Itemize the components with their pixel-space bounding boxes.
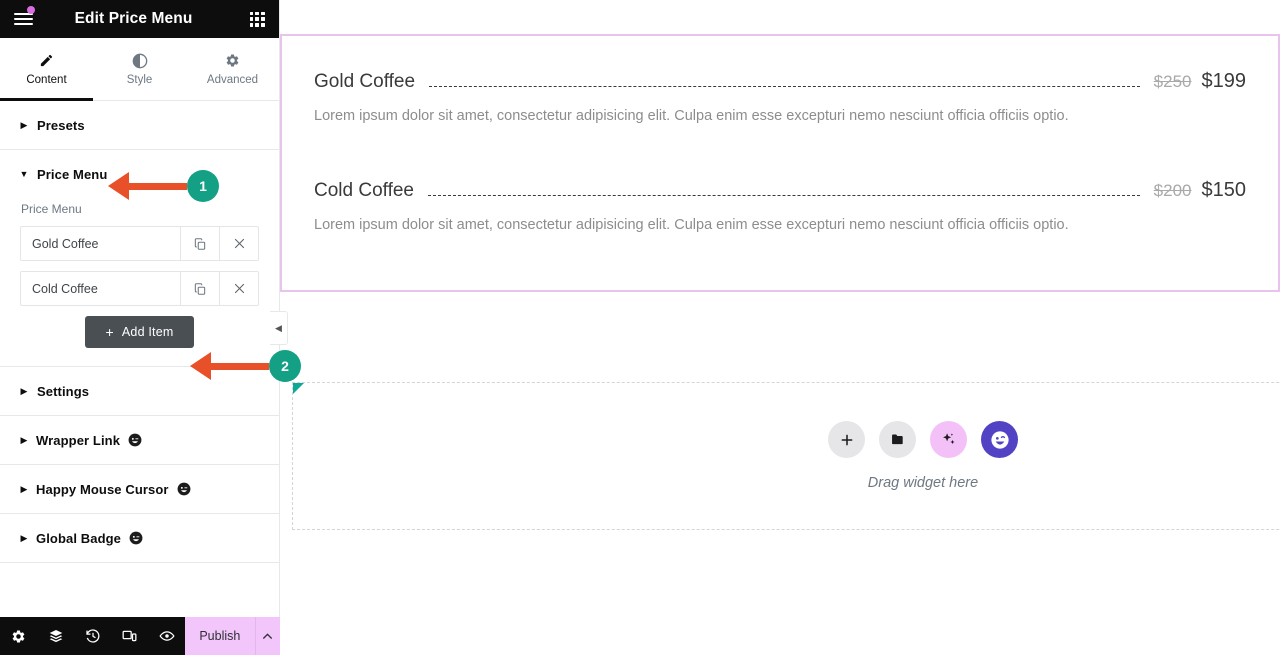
add-template-button[interactable] [879, 421, 916, 458]
section-settings-label: Settings [37, 383, 90, 399]
widgets-panel-button[interactable] [235, 0, 279, 38]
grid-3x3-icon [249, 11, 265, 27]
half-circle-contrast-icon [132, 52, 148, 69]
plus-icon: + [105, 324, 114, 340]
price-menu-field-label: Price Menu [21, 202, 82, 216]
add-element-button[interactable] [828, 421, 865, 458]
happy-addons-face-icon [128, 433, 142, 447]
repeater-item-title[interactable]: Cold Coffee [21, 272, 180, 305]
duplicate-item-button[interactable] [180, 272, 219, 305]
happy-addons-face-icon [177, 482, 191, 496]
section-happy-mouse-cursor-label: Happy Mouse Cursor [36, 481, 169, 497]
responsive-mode-button[interactable] [111, 617, 148, 655]
section-wrapper-link: ▶ Wrapper Link [0, 416, 279, 465]
dropzone-label: Drag widget here [867, 475, 979, 491]
section-settings-header[interactable]: ▶ Settings [0, 367, 279, 415]
price-item-price: $199 [1201, 70, 1247, 92]
chevron-right-icon: ▶ [20, 483, 28, 494]
navigator-button[interactable] [37, 617, 74, 655]
publish-options-button[interactable] [254, 617, 280, 655]
repeater-item-title[interactable]: Gold Coffee [21, 227, 180, 260]
publish-button[interactable]: Publish [185, 617, 255, 655]
price-list: Gold Coffee $250 $199 Lorem ipsum dolor … [282, 36, 1278, 236]
section-presets-label: Presets [37, 117, 85, 133]
history-button[interactable] [74, 617, 111, 655]
pencil-icon [39, 52, 54, 69]
happy-addons-face-icon [129, 531, 143, 545]
panel-tabs: Content Style Advanced [0, 38, 279, 101]
duplicate-item-button[interactable] [180, 227, 219, 260]
price-menu-widget[interactable]: Gold Coffee $250 $199 Lorem ipsum dolor … [280, 34, 1280, 292]
price-item-old-price: $200 [1153, 181, 1192, 201]
editor-canvas: Gold Coffee $250 $199 Lorem ipsum dolor … [280, 0, 1280, 655]
panel-collapse-handle[interactable]: ◀ [270, 311, 288, 345]
preview-button[interactable] [148, 617, 185, 655]
price-item-description: Lorem ipsum dolor sit amet, consectetur … [314, 217, 1069, 234]
gear-icon [225, 52, 240, 69]
section-global-badge: ▶ Global Badge [0, 514, 279, 563]
hamburger-menu-button[interactable] [0, 0, 46, 38]
remove-item-button[interactable] [219, 272, 258, 305]
section-price-menu-header[interactable]: ▼ Price Menu [0, 150, 279, 198]
add-item-button[interactable]: + Add Item [85, 316, 194, 348]
section-wrapper-link-header[interactable]: ▶ Wrapper Link [0, 416, 279, 464]
repeater-item[interactable]: Gold Coffee [20, 226, 259, 261]
price-menu-controls: Price Menu Gold Coffee Cold Coffee + Add… [0, 202, 279, 366]
chevron-right-icon: ▶ [20, 434, 28, 445]
section-price-menu-label: Price Menu [37, 166, 108, 182]
price-item-title: Gold Coffee [314, 71, 416, 92]
price-item-old-price: $250 [1153, 72, 1192, 91]
price-item-separator [428, 195, 1140, 197]
ai-builder-button[interactable] [930, 421, 967, 458]
chevron-right-icon: ▶ [20, 532, 28, 543]
notification-dot [27, 6, 35, 14]
price-item-description: Lorem ipsum dolor sit amet, consectetur … [314, 108, 1069, 124]
panel-footer: Publish [0, 617, 280, 655]
publish-label: Publish [199, 629, 241, 643]
section-settings: ▶ Settings [0, 367, 279, 416]
price-item-separator [429, 86, 1140, 87]
section-presets: ▶ Presets [0, 101, 279, 150]
tab-style[interactable]: Style [93, 38, 186, 100]
happy-addons-button[interactable] [981, 421, 1018, 458]
chevron-right-icon: ▶ [20, 119, 28, 130]
elementor-editor: Edit Price Menu Content Style Advanced ▶… [0, 0, 1280, 655]
section-global-badge-header[interactable]: ▶ Global Badge [0, 514, 279, 562]
section-happy-mouse-cursor-header[interactable]: ▶ Happy Mouse Cursor [0, 465, 279, 513]
tab-advanced[interactable]: Advanced [186, 38, 279, 100]
section-global-badge-label: Global Badge [36, 530, 121, 546]
panel-header: Edit Price Menu [0, 0, 279, 38]
section-price-menu: ▼ Price Menu Price Menu Gold Coffee Cold… [0, 150, 279, 367]
price-item-price: $150 [1201, 179, 1247, 202]
dropzone-buttons [828, 421, 1018, 458]
tab-content-label: Content [26, 74, 67, 86]
price-list-item[interactable]: Gold Coffee $250 $199 Lorem ipsum dolor … [282, 36, 1278, 127]
chevron-down-icon: ▼ [19, 168, 29, 179]
tab-style-label: Style [126, 74, 153, 86]
section-corner-marker [293, 383, 304, 394]
add-item-label: Add Item [121, 325, 174, 339]
price-item-title: Cold Coffee [314, 180, 414, 202]
chevron-right-icon: ▶ [20, 385, 28, 396]
section-presets-header[interactable]: ▶ Presets [0, 101, 279, 149]
section-wrapper-link-label: Wrapper Link [36, 432, 121, 448]
hamburger-menu-icon [13, 12, 33, 26]
remove-item-button[interactable] [219, 227, 258, 260]
widget-dropzone[interactable]: Drag widget here [292, 382, 1280, 530]
section-happy-mouse-cursor: ▶ Happy Mouse Cursor [0, 465, 279, 514]
page-title: Edit Price Menu [74, 10, 193, 27]
editor-panel: Edit Price Menu Content Style Advanced ▶… [0, 0, 288, 655]
tab-advanced-label: Advanced [206, 74, 259, 86]
settings-button[interactable] [0, 617, 37, 655]
chevron-left-icon: ◀ [275, 322, 282, 333]
repeater-item[interactable]: Cold Coffee [20, 271, 259, 306]
price-list-item[interactable]: Cold Coffee $200 $150 Lorem ipsum dolor … [282, 127, 1278, 236]
tab-content[interactable]: Content [0, 38, 93, 101]
